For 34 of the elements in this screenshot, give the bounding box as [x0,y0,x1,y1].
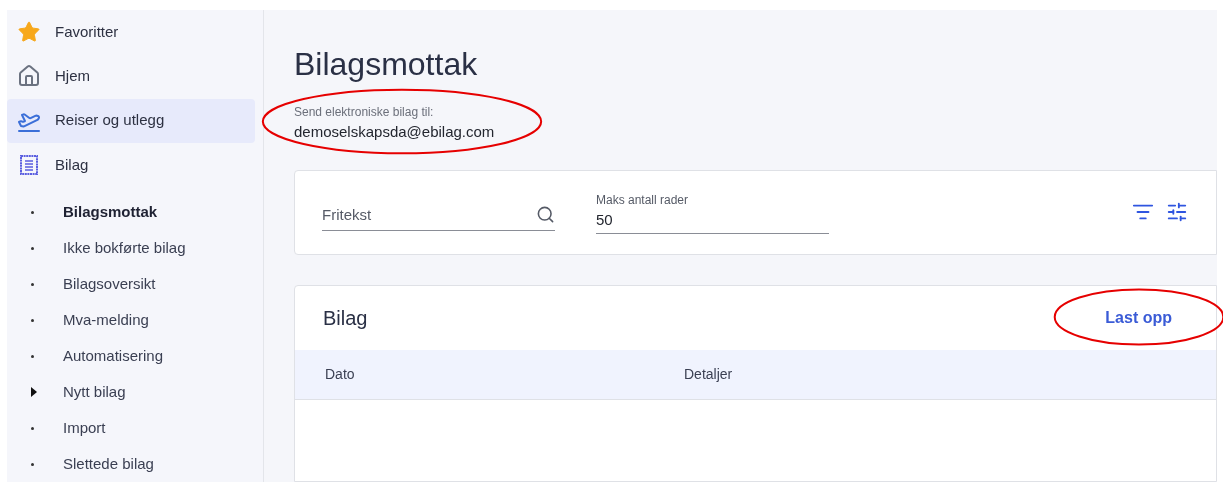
section-title: Bilag [323,305,368,331]
search-field[interactable]: Fritekst [322,193,555,231]
email-label: Send elektroniske bilag til: [294,104,435,121]
bullet-icon [31,318,34,322]
search-icon [536,205,555,224]
star-icon [17,20,41,45]
sidebar-subitem[interactable]: Ikke bokførte bilag [7,230,255,266]
sliders-icon[interactable] [1166,201,1188,223]
bullet-icon [31,426,34,430]
bullet-icon [31,282,34,286]
column-header: Detaljer [684,364,733,384]
bullet-icon [31,246,34,250]
sidebar-subitem[interactable]: Slettede bilag [7,446,255,482]
sidebar-item[interactable]: Favoritter [7,10,255,55]
search-input[interactable]: Fritekst [322,203,502,226]
sidebar-item[interactable]: Hjem [7,54,255,99]
column-header: Dato [325,364,356,384]
sidebar-subitem[interactable]: Mva-melding [7,302,255,338]
receipt-icon [17,152,41,177]
sidebar-item[interactable]: Reiser og utlegg [7,98,255,143]
caret-icon [31,387,37,397]
bullet-icon [31,354,34,358]
sidebar-subitem[interactable]: Bilagsoversikt [7,266,255,302]
max-rows-field[interactable]: Maks antall rader 50 [596,190,829,234]
page-title: Bilagsmottak [294,45,478,84]
home-icon [17,64,41,89]
bullet-icon [31,210,34,214]
sidebar-subitem[interactable]: Import [7,410,255,446]
bullet-icon [31,462,34,466]
sidebar-item[interactable]: Bilag [7,142,255,187]
sidebar-subitem[interactable]: Bilagsmottak [7,194,255,230]
email-address: demoselskapsda@ebilag.com [294,122,495,142]
sidebar-subitem[interactable]: Automatisering [7,338,255,374]
sidebar-subitem[interactable]: Nytt bilag [7,374,255,410]
